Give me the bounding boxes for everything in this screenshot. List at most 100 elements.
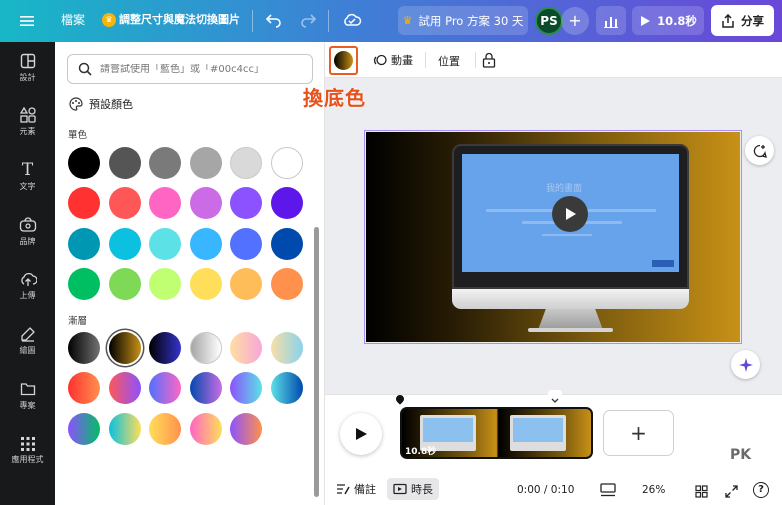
background-color-button[interactable]: [329, 46, 358, 75]
projects-icon: [20, 383, 35, 396]
color-swatch[interactable]: [230, 268, 262, 300]
color-swatch[interactable]: [109, 268, 141, 300]
divider: [328, 10, 329, 32]
rail-item-text[interactable]: T 文字: [0, 153, 55, 201]
share-button[interactable]: 分享: [711, 5, 774, 36]
position-button[interactable]: 位置: [438, 53, 460, 69]
gradient-swatch[interactable]: [190, 372, 222, 404]
fullscreen-icon[interactable]: [725, 483, 738, 502]
play-icon: [356, 428, 367, 440]
animate-button[interactable]: 動畫: [373, 52, 413, 68]
panel-scrollbar[interactable]: [314, 227, 319, 497]
divider: [425, 52, 426, 68]
watermark: PK: [730, 447, 752, 463]
avatar[interactable]: PS: [535, 7, 563, 35]
clip-duration: 10.8秒: [405, 447, 437, 457]
rail-item-apps[interactable]: 應用程式: [0, 427, 55, 475]
gradient-swatch[interactable]: [230, 372, 262, 404]
zoom-level[interactable]: 26%: [642, 484, 665, 496]
undo-icon[interactable]: [265, 12, 283, 32]
color-swatch[interactable]: [190, 187, 222, 219]
gradient-swatch[interactable]: [190, 413, 222, 445]
lock-icon[interactable]: [482, 52, 496, 72]
color-swatch[interactable]: [271, 147, 303, 179]
gradient-swatch[interactable]: [149, 332, 181, 364]
gradient-swatch[interactable]: [109, 413, 141, 445]
play-button[interactable]: 10.8秒: [632, 6, 704, 35]
color-search-field[interactable]: [67, 54, 313, 84]
help-icon[interactable]: ?: [753, 482, 769, 498]
resize-button[interactable]: 調整尺寸與魔法切換圖片: [119, 12, 240, 28]
video-play-button[interactable]: [552, 196, 588, 232]
color-swatch[interactable]: [149, 268, 181, 300]
menu-icon[interactable]: [20, 13, 34, 27]
gradient-swatch[interactable]: [109, 332, 141, 364]
grid-view-icon[interactable]: [695, 483, 708, 502]
color-swatch[interactable]: [68, 268, 100, 300]
color-swatch[interactable]: [271, 228, 303, 260]
duration-button[interactable]: 時長: [387, 478, 439, 500]
clip-thumbnail: [510, 415, 566, 451]
color-swatch[interactable]: [230, 147, 262, 179]
gradient-swatch[interactable]: [271, 372, 303, 404]
color-swatch[interactable]: [190, 228, 222, 260]
time-readout: 0:00 / 0:10: [517, 484, 575, 496]
notes-button[interactable]: 備註: [336, 481, 376, 497]
cloud-save-icon[interactable]: [342, 12, 362, 32]
side-rail: 設計 元素 T 文字 品牌 上傳 繪圖 專案 應用程式: [0, 42, 55, 505]
color-swatch[interactable]: [271, 268, 303, 300]
color-swatch[interactable]: [230, 187, 262, 219]
add-comment-button[interactable]: [745, 136, 774, 165]
color-swatch[interactable]: [190, 268, 222, 300]
rail-item-design[interactable]: 設計: [0, 44, 55, 92]
playhead-marker[interactable]: [394, 393, 406, 405]
monitor-image[interactable]: 我的畫面: [452, 144, 689, 334]
color-swatch[interactable]: [109, 187, 141, 219]
sparkle-icon: [738, 357, 753, 372]
screen-badge: [652, 260, 674, 267]
timeline-panel: 10.8秒 + PK 備註 時長 0:00 / 0:10 26% ?: [325, 390, 782, 505]
rail-item-draw[interactable]: 繪圖: [0, 317, 55, 365]
insights-button[interactable]: [596, 6, 626, 35]
color-swatch[interactable]: [109, 147, 141, 179]
color-search-input[interactable]: [100, 63, 310, 75]
gradient-swatch[interactable]: [68, 332, 100, 364]
gradient-swatch[interactable]: [230, 332, 262, 364]
color-swatch[interactable]: [190, 147, 222, 179]
add-page-button[interactable]: +: [603, 410, 674, 456]
color-swatch[interactable]: [68, 228, 100, 260]
design-page[interactable]: 我的畫面: [364, 130, 742, 344]
try-pro-button[interactable]: ♛ 試用 Pro 方案 30 天: [398, 6, 528, 35]
timeline-play-button[interactable]: [340, 413, 382, 455]
color-swatch[interactable]: [68, 187, 100, 219]
color-swatch[interactable]: [149, 228, 181, 260]
rail-item-projects[interactable]: 專案: [0, 372, 55, 420]
gradient-swatch[interactable]: [190, 332, 222, 364]
rail-item-elements[interactable]: 元素: [0, 98, 55, 146]
gradient-swatch[interactable]: [149, 413, 181, 445]
file-menu[interactable]: 檔案: [61, 12, 85, 28]
color-swatch[interactable]: [149, 187, 181, 219]
gradient-swatch[interactable]: [68, 372, 100, 404]
add-collaborator-button[interactable]: +: [561, 7, 589, 35]
monitor-base: [528, 328, 613, 332]
color-swatch[interactable]: [109, 228, 141, 260]
magic-assist-button[interactable]: [731, 350, 760, 379]
gradient-swatch[interactable]: [109, 372, 141, 404]
color-swatch[interactable]: [230, 228, 262, 260]
rail-item-upload[interactable]: 上傳: [0, 262, 55, 310]
timeline-clip[interactable]: 10.8秒: [400, 407, 593, 459]
redo-icon[interactable]: [299, 12, 317, 32]
default-colors-header: 預設顏色: [69, 96, 133, 112]
gradient-swatch[interactable]: [149, 372, 181, 404]
color-swatch[interactable]: [271, 187, 303, 219]
gradient-swatch[interactable]: [230, 413, 262, 445]
page-view-icon[interactable]: [600, 482, 616, 501]
color-swatch[interactable]: [68, 147, 100, 179]
page-background[interactable]: 我的畫面: [366, 132, 740, 342]
gradient-swatch[interactable]: [271, 332, 303, 364]
gradient-swatch[interactable]: [68, 413, 100, 445]
collapse-chevron-icon[interactable]: [548, 390, 562, 403]
color-swatch[interactable]: [149, 147, 181, 179]
rail-item-brand[interactable]: 品牌: [0, 208, 55, 256]
